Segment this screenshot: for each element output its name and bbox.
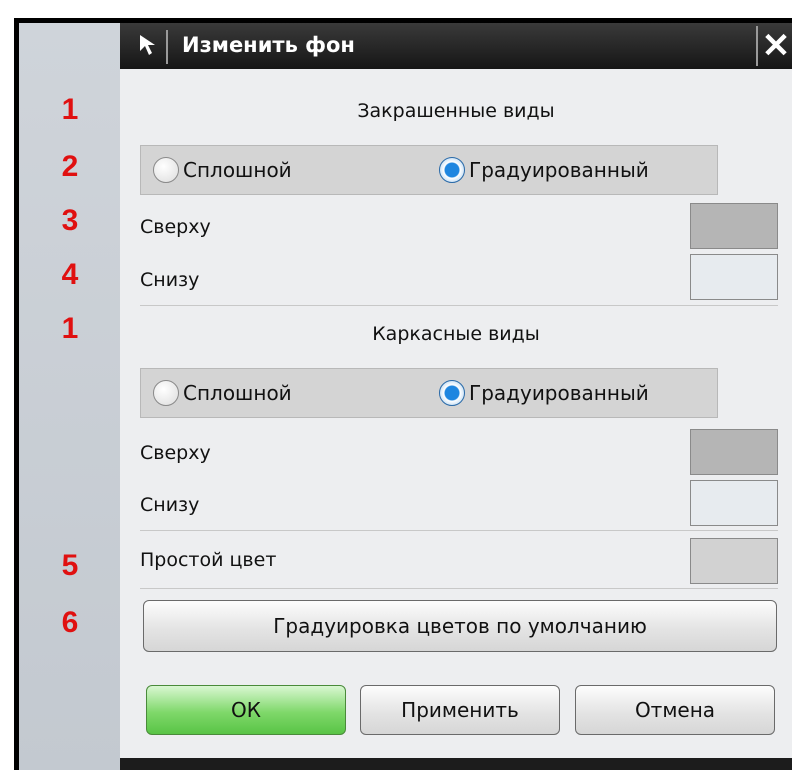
close-icon[interactable]: ✕ [756, 26, 794, 66]
annotation-number: 4 [61, 258, 79, 291]
radio-off-icon [153, 157, 179, 183]
shaded-top-color-swatch[interactable] [690, 203, 778, 249]
shaded-views-title: Закрашенные виды [357, 100, 555, 122]
radio-label: Градуированный [469, 381, 649, 405]
divider [140, 530, 778, 531]
shaded-solid-radio[interactable]: Сплошной [153, 157, 292, 183]
radio-label: Градуированный [469, 158, 649, 182]
radio-on-icon [439, 157, 465, 183]
default-gradient-button[interactable]: Градуировка цветов по умолчанию [143, 600, 777, 652]
wireframe-views-title: Каркасные виды [372, 323, 540, 345]
annotation-number: 2 [61, 150, 79, 183]
wireframe-top-color-swatch[interactable] [690, 429, 778, 475]
radio-on-icon [439, 380, 465, 406]
cursor-arrow-icon [134, 28, 162, 62]
wireframe-bottom-label: Снизу [140, 494, 200, 516]
shaded-graded-radio[interactable]: Градуированный [439, 157, 649, 183]
divider [140, 305, 778, 306]
left-gutter [19, 23, 120, 770]
wireframe-solid-radio[interactable]: Сплошной [153, 380, 292, 406]
wireframe-graded-radio[interactable]: Градуированный [439, 380, 649, 406]
annotation-number: 1 [61, 93, 79, 126]
cancel-button[interactable]: Отмена [575, 685, 775, 735]
title-separator [166, 30, 168, 64]
shaded-bottom-label: Снизу [140, 269, 200, 291]
window-bottom-edge [120, 758, 792, 770]
ok-button[interactable]: ОК [146, 685, 346, 735]
wireframe-mode-group: Сплошной Градуированный [140, 368, 718, 418]
annotation-number: 1 [61, 312, 79, 345]
dialog-title: Изменить фон [182, 33, 355, 57]
apply-button[interactable]: Применить [360, 685, 560, 735]
radio-label: Сплошной [183, 158, 292, 182]
annotation-number: 5 [61, 549, 79, 582]
annotation-number: 6 [61, 606, 79, 639]
wireframe-top-label: Сверху [140, 442, 211, 464]
annotation-number: 3 [61, 204, 79, 237]
plain-color-swatch[interactable] [690, 538, 778, 584]
radio-label: Сплошной [183, 381, 292, 405]
shaded-mode-group: Сплошной Градуированный [140, 145, 718, 195]
divider [140, 588, 778, 589]
shaded-bottom-color-swatch[interactable] [690, 254, 778, 300]
wireframe-bottom-color-swatch[interactable] [690, 480, 778, 526]
radio-off-icon [153, 380, 179, 406]
plain-color-label: Простой цвет [140, 549, 277, 571]
shaded-top-label: Сверху [140, 216, 211, 238]
